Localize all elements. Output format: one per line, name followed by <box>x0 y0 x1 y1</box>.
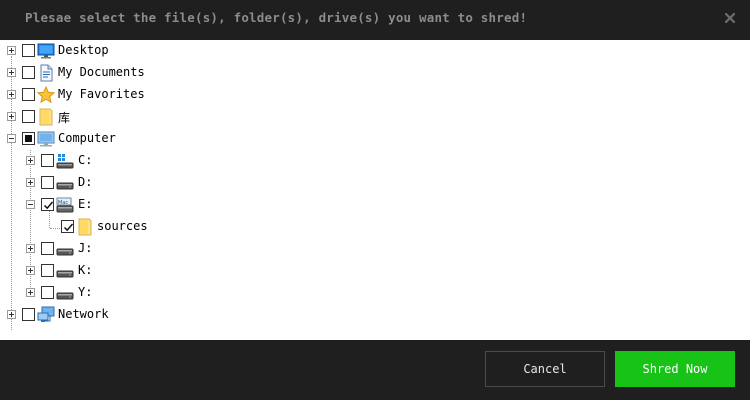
expand-icon[interactable] <box>7 68 16 77</box>
network-icon <box>37 306 55 324</box>
tree-item-drive-k[interactable]: K: <box>0 260 300 282</box>
tree-item-network[interactable]: Network <box>0 304 300 326</box>
expand-icon[interactable] <box>7 112 16 121</box>
tree-item-label: Computer <box>58 131 116 145</box>
network-checkbox[interactable] <box>22 308 35 321</box>
title-bar: Plesae select the file(s), folder(s), dr… <box>0 0 750 40</box>
document-icon <box>37 64 55 82</box>
star-icon <box>36 85 56 104</box>
file-tree: Desktop My Documents My Favorites 库 Comp… <box>0 40 750 340</box>
svg-text:Mac: Mac <box>58 200 68 206</box>
tree-item-computer[interactable]: Computer <box>0 128 300 150</box>
drive-icon <box>56 240 74 258</box>
dialog-footer: Cancel Shred Now <box>0 340 750 400</box>
expand-icon[interactable] <box>7 46 16 55</box>
tree-item-label: 库 <box>58 111 71 125</box>
expand-icon[interactable] <box>7 90 16 99</box>
expand-icon[interactable] <box>7 310 16 319</box>
drive-k-checkbox[interactable] <box>41 264 54 277</box>
desktop-checkbox[interactable] <box>22 44 35 57</box>
expand-icon[interactable] <box>26 156 35 165</box>
tree-item-drive-d[interactable]: D: <box>0 172 300 194</box>
tree-item-label: My Favorites <box>58 87 145 101</box>
tree-item-my-documents[interactable]: My Documents <box>0 62 300 84</box>
my-favorites-checkbox[interactable] <box>22 88 35 101</box>
tree-item-label: Desktop <box>58 43 109 57</box>
close-icon[interactable] <box>722 10 738 26</box>
drive-icon <box>56 174 74 192</box>
shred-dialog: Plesae select the file(s), folder(s), dr… <box>0 0 750 400</box>
drive-y-checkbox[interactable] <box>41 286 54 299</box>
drive-d-checkbox[interactable] <box>41 176 54 189</box>
dialog-title: Plesae select the file(s), folder(s), dr… <box>25 10 528 25</box>
shred-now-button[interactable]: Shred Now <box>615 351 735 387</box>
tree-item-label: sources <box>97 219 148 233</box>
tree-item-label: K: <box>78 263 93 277</box>
windows-drive-icon <box>56 152 74 170</box>
tree-item-label: C: <box>78 153 93 167</box>
expand-icon[interactable] <box>26 266 35 275</box>
my-documents-checkbox[interactable] <box>22 66 35 79</box>
tree-item-label: J: <box>78 241 93 255</box>
drive-c-checkbox[interactable] <box>41 154 54 167</box>
collapse-icon[interactable] <box>7 134 16 143</box>
tree-item-label: Network <box>58 307 109 321</box>
drive-icon <box>56 284 74 302</box>
tree-item-drive-e[interactable]: Mac E: <box>0 194 300 216</box>
expand-icon[interactable] <box>26 244 35 253</box>
tree-item-sources[interactable]: sources <box>0 216 300 238</box>
tree-item-my-favorites[interactable]: My Favorites <box>0 84 300 106</box>
folder-icon <box>76 218 94 236</box>
library-checkbox[interactable] <box>22 110 35 123</box>
tree-item-label: E: <box>78 197 93 211</box>
drive-e-checkbox[interactable] <box>41 198 54 211</box>
tree-item-label: D: <box>78 175 93 189</box>
tree-item-library[interactable]: 库 <box>0 106 300 128</box>
collapse-icon[interactable] <box>26 200 35 209</box>
sources-checkbox[interactable] <box>61 220 74 233</box>
tree-item-drive-c[interactable]: C: <box>0 150 300 172</box>
mac-drive-icon: Mac <box>56 196 74 214</box>
tree-item-desktop[interactable]: Desktop <box>0 40 300 62</box>
tree-item-drive-j[interactable]: J: <box>0 238 300 260</box>
drive-icon <box>56 262 74 280</box>
computer-checkbox[interactable] <box>22 132 35 145</box>
tree-item-label: My Documents <box>58 65 145 79</box>
computer-icon <box>37 130 55 148</box>
tree-item-label: Y: <box>78 285 93 299</box>
tree-item-drive-y[interactable]: Y: <box>0 282 300 304</box>
expand-icon[interactable] <box>26 178 35 187</box>
folder-icon <box>37 108 55 126</box>
expand-icon[interactable] <box>26 288 35 297</box>
cancel-button[interactable]: Cancel <box>485 351 605 387</box>
drive-j-checkbox[interactable] <box>41 242 54 255</box>
desktop-icon <box>37 42 55 60</box>
